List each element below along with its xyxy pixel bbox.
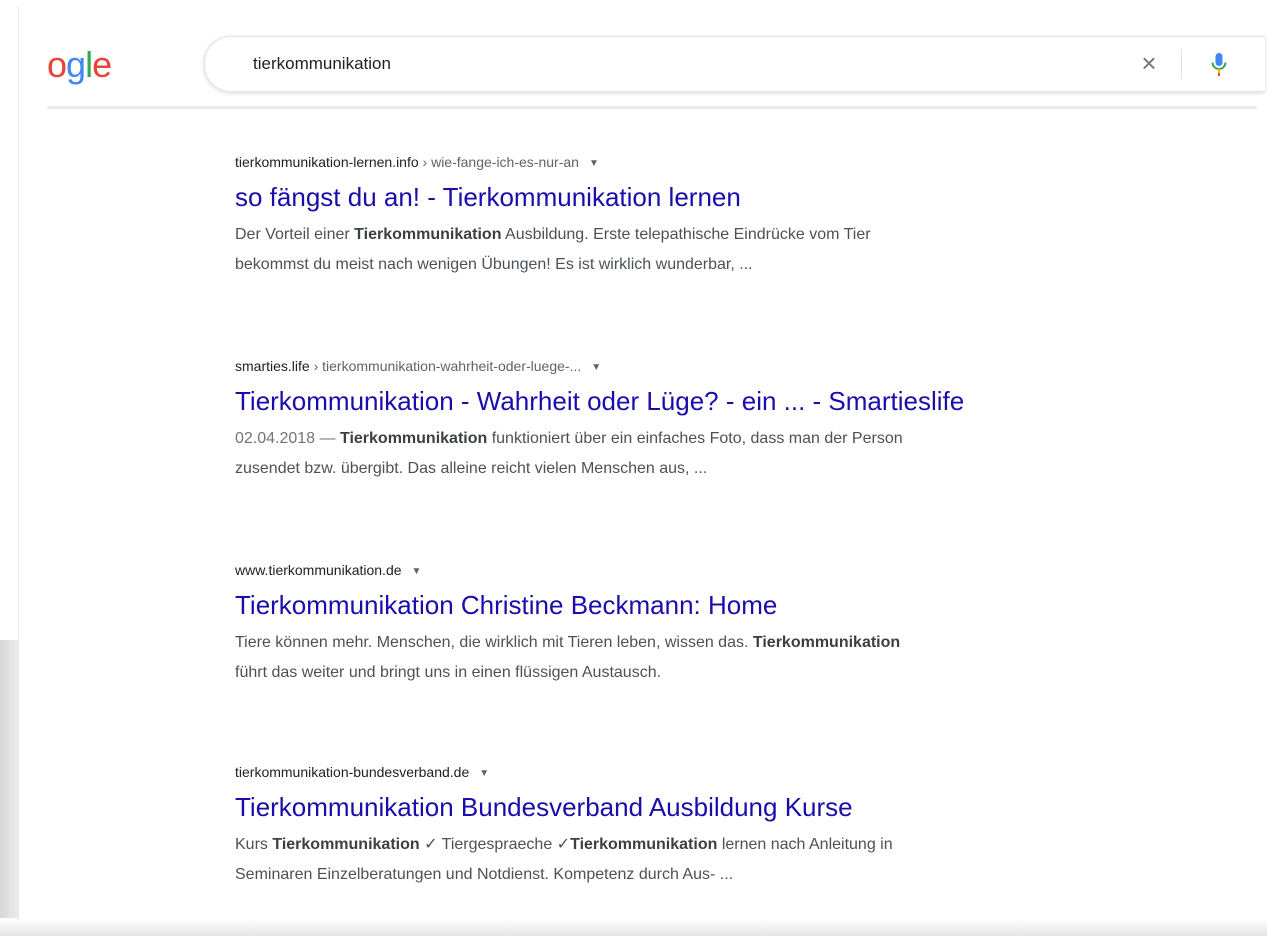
- result-title-link[interactable]: Tierkommunikation Christine Beckmann: Ho…: [235, 588, 1215, 622]
- result-title-link[interactable]: so fängst du an! - Tierkommunikation ler…: [235, 180, 1215, 214]
- snippet-text: bekommst du meist nach wenigen Übungen! …: [235, 256, 753, 273]
- google-logo[interactable]: ogle: [47, 44, 112, 86]
- snippet-text: funktioniert über ein einfaches Foto, da…: [487, 430, 903, 447]
- result-domain: tierkommunikation-lernen.info: [235, 154, 419, 170]
- snippet-text: Ausbildung. Erste telepathische Eindrück…: [501, 226, 871, 243]
- result-snippet: Der Vorteil einer Tierkommunikation Ausb…: [235, 220, 1215, 280]
- chevron-down-icon[interactable]: ▼: [479, 764, 489, 784]
- result-snippet: Tiere können mehr. Menschen, die wirklic…: [235, 628, 1215, 688]
- search-box-divider: [1181, 49, 1182, 79]
- snippet-line: Tiere können mehr. Menschen, die wirklic…: [235, 628, 1215, 658]
- result-url[interactable]: tierkommunikation-bundesverband.de ▼: [235, 762, 1215, 782]
- snippet-text: Tiere können mehr. Menschen, die wirklic…: [235, 634, 753, 651]
- snippet-keyword: Tierkommunikation: [752, 634, 901, 651]
- snippet-line: zusendet bzw. übergibt. Das alleine reic…: [235, 454, 1215, 484]
- search-box[interactable]: ×: [204, 36, 1265, 92]
- result-domain: smarties.life: [235, 358, 310, 374]
- snippet-line: führt das weiter und bringt uns in einen…: [235, 658, 1215, 688]
- search-result: www.tierkommunikation.de ▼ Tierkommunikat…: [235, 560, 1215, 688]
- search-result: tierkommunikation-bundesverband.de ▼ Tier…: [235, 762, 1215, 890]
- snippet-text: ✓ Tiergespraeche ✓: [419, 836, 571, 853]
- snippet-line: Kurs Tierkommunikation ✓ Tiergespraeche …: [235, 830, 1215, 860]
- snippet-keyword: Tierkommunikation: [272, 836, 420, 853]
- chevron-down-icon[interactable]: ▼: [591, 358, 601, 378]
- microphone-icon[interactable]: [1209, 51, 1229, 77]
- snippet-text: führt das weiter und bringt uns in einen…: [235, 664, 662, 681]
- result-url[interactable]: smarties.life › tierkommunikation-wahrhe…: [235, 356, 1215, 376]
- snippet-text: zusendet bzw. übergibt. Das alleine reic…: [235, 460, 708, 477]
- snippet-keyword: Tierkommunikation: [570, 836, 718, 853]
- result-domain: tierkommunikation-bundesverband.de: [235, 764, 470, 780]
- close-icon[interactable]: ×: [1137, 50, 1161, 76]
- logo-letter: e: [92, 44, 112, 85]
- logo-letter: l: [85, 44, 93, 85]
- chevron-down-icon[interactable]: ▼: [589, 154, 599, 174]
- snippet-keyword: Tierkommunikation: [339, 430, 488, 447]
- snippet-line: bekommst du meist nach wenigen Übungen! …: [235, 250, 1215, 280]
- result-snippet: 02.04.2018 — Tierkommunikation funktioni…: [235, 424, 1215, 484]
- result-snippet: Kurs Tierkommunikation ✓ Tiergespraeche …: [235, 830, 1215, 890]
- result-url[interactable]: www.tierkommunikation.de ▼: [235, 560, 1215, 580]
- result-title-link[interactable]: Tierkommunikation Bundesverband Ausbildu…: [235, 790, 1215, 824]
- chevron-down-icon[interactable]: ▼: [412, 562, 422, 582]
- snippet-text: Kurs: [235, 836, 273, 853]
- result-path: › tierkommunikation-wahrheit-oder-luege-…: [309, 358, 582, 374]
- search-result: tierkommunikation-lernen.info › wie-fang…: [235, 152, 1215, 280]
- result-domain: www.tierkommunikation.de: [235, 562, 402, 578]
- logo-letter: g: [66, 44, 86, 85]
- logo-letter: o: [47, 44, 67, 85]
- search-result: smarties.life › tierkommunikation-wahrhe…: [235, 356, 1215, 484]
- snippet-line: Seminaren Einzelberatungen und Notdienst…: [235, 860, 1215, 890]
- snippet-keyword: Tierkommunikation: [354, 226, 502, 243]
- search-results-page: ogle × tierkommunikation-lernen.info › w…: [18, 6, 1265, 920]
- snippet-text: Der Vorteil einer: [235, 226, 355, 243]
- screenshot-frame: ogle × tierkommunikation-lernen.info › w…: [0, 0, 1267, 936]
- result-url[interactable]: tierkommunikation-lernen.info › wie-fang…: [235, 152, 1215, 172]
- snippet-line: Der Vorteil einer Tierkommunikation Ausb…: [235, 220, 1215, 250]
- snippet-line: 02.04.2018 — Tierkommunikation funktioni…: [235, 424, 1215, 454]
- result-title-link[interactable]: Tierkommunikation - Wahrheit oder Lüge? …: [235, 384, 1215, 418]
- snippet-text: lernen nach Anleitung in: [717, 836, 893, 853]
- drop-shadow-bottom: [0, 918, 1267, 936]
- search-input[interactable]: [253, 53, 1053, 75]
- snippet-text: Seminaren Einzelberatungen und Notdienst…: [235, 866, 734, 883]
- result-date: 02.04.2018 —: [235, 430, 340, 447]
- header-divider: [47, 106, 1257, 109]
- result-path: › wie-fange-ich-es-nur-an: [418, 154, 579, 170]
